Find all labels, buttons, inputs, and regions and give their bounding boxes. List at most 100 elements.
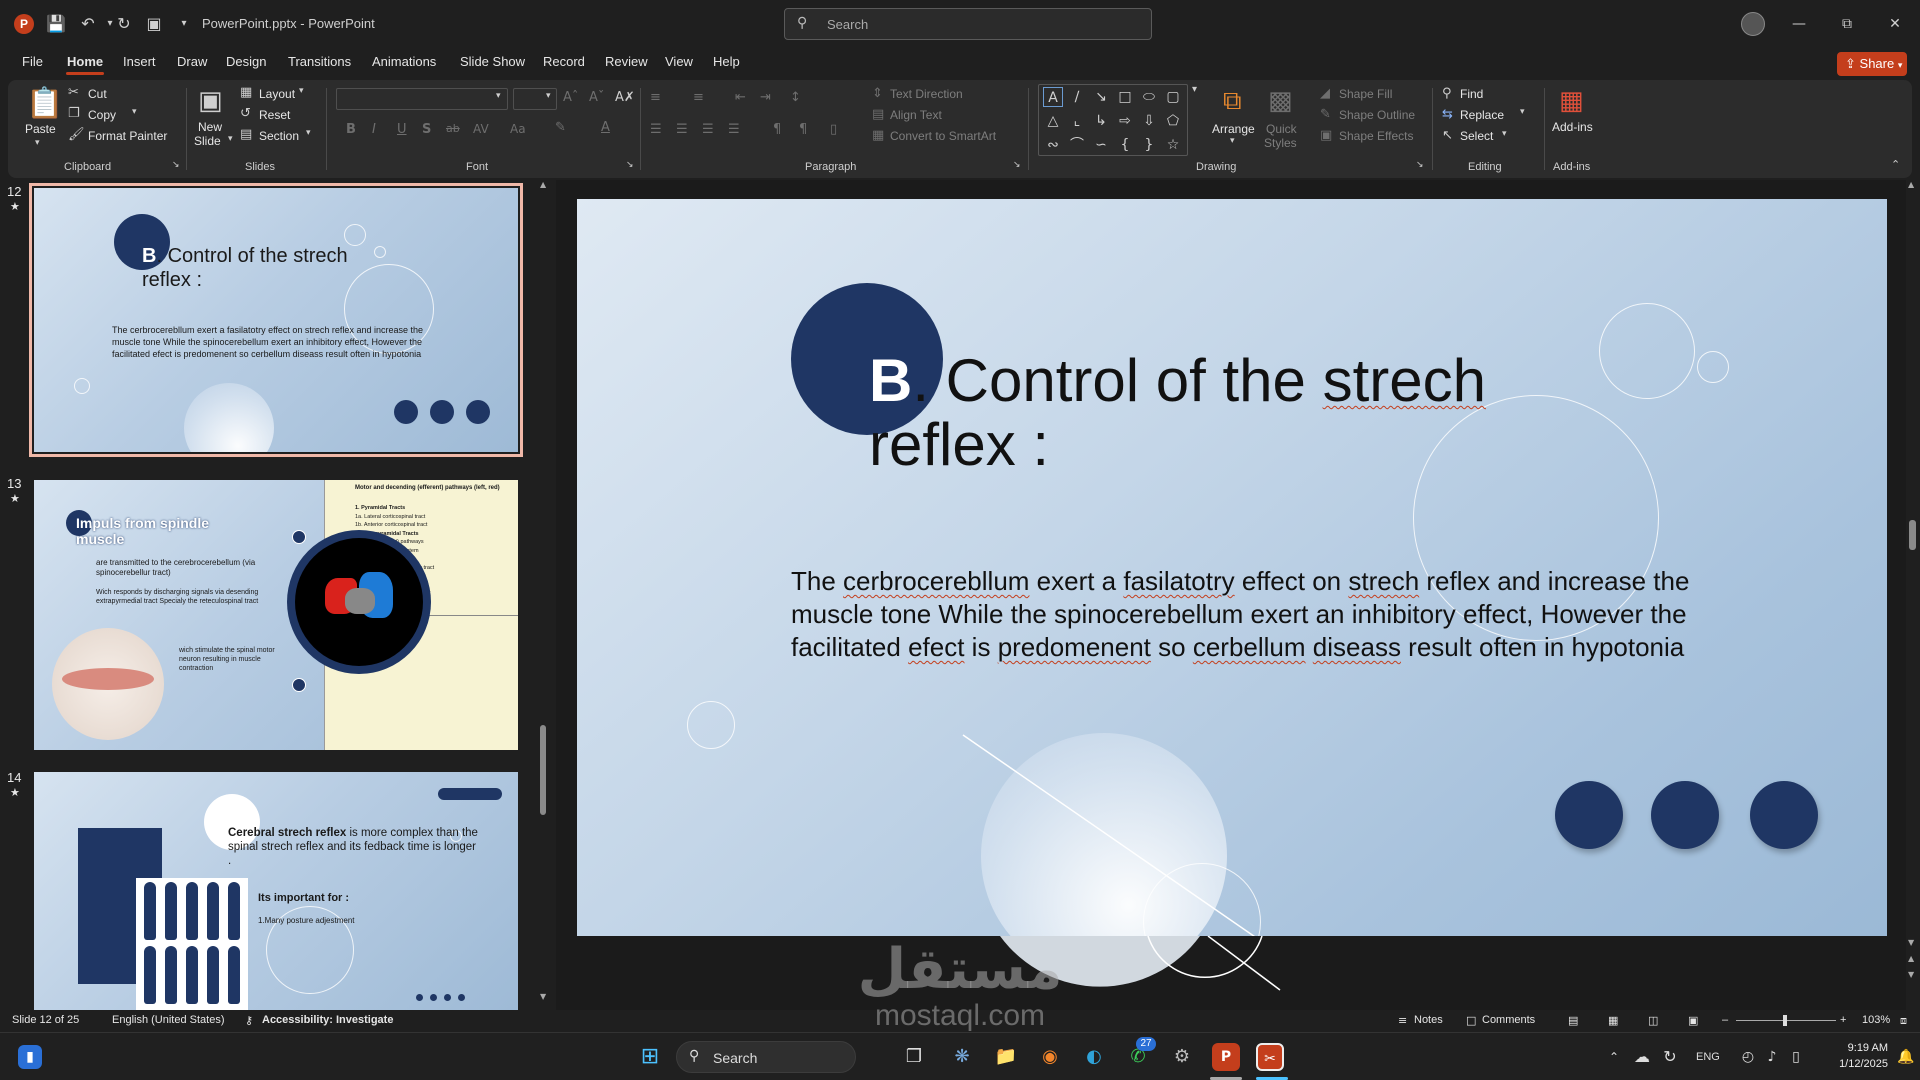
increase-indent-icon[interactable]: ⇥ <box>760 90 771 105</box>
paragraph-launcher-icon[interactable]: ↘ <box>1013 160 1021 170</box>
line-shape-icon[interactable]: ∕ <box>1067 87 1087 107</box>
previous-slide-icon[interactable]: ▲ <box>1908 954 1914 963</box>
minimize-icon[interactable]: — <box>1787 12 1811 36</box>
shape-fill-button[interactable]: Shape Fill <box>1339 87 1392 101</box>
ltr-icon[interactable]: ¶ <box>773 122 781 137</box>
sync-icon[interactable]: ↻ <box>1656 1043 1684 1071</box>
change-case-button[interactable]: Aa <box>510 122 526 136</box>
shapes-gallery[interactable]: A ∕ ↘ □ ⬭ ▢ △ ⌞ ↳ ⇨ ⇩ ⬠ ∾ ⌒ ∽ { } ☆ <box>1038 84 1188 156</box>
down-arrow-shape-icon[interactable]: ⇩ <box>1139 111 1159 131</box>
tab-review[interactable]: Review <box>605 54 648 69</box>
fit-slide-icon[interactable]: ⧈ <box>1900 1014 1907 1028</box>
task-view-icon[interactable]: ❐ <box>900 1043 928 1071</box>
onedrive-icon[interactable]: ☁ <box>1628 1043 1656 1071</box>
accessibility-status[interactable]: Accessibility: Investigate <box>262 1014 393 1026</box>
paste-icon[interactable]: 📋 <box>26 86 63 121</box>
font-name-dropdown[interactable] <box>336 88 508 110</box>
increase-font-icon[interactable]: Aˆ <box>563 90 578 105</box>
zoom-level[interactable]: 103% <box>1862 1014 1890 1026</box>
highlight-icon[interactable]: ✎ <box>555 120 566 135</box>
arrow-line-shape-icon[interactable]: ↘ <box>1091 87 1111 107</box>
clock-date[interactable]: 1/12/2025 <box>1818 1058 1888 1070</box>
tab-record[interactable]: Record <box>543 54 585 69</box>
tab-transitions[interactable]: Transitions <box>288 54 351 69</box>
save-icon[interactable]: 💾 <box>44 12 68 36</box>
elbow-arrow-shape-icon[interactable]: ↳ <box>1091 111 1111 131</box>
tab-help[interactable]: Help <box>713 54 740 69</box>
align-center-icon[interactable]: ☰ <box>676 122 688 137</box>
scroll-up-icon[interactable]: ▲ <box>540 180 546 189</box>
new-slide-button[interactable]: New <box>198 120 222 134</box>
scroll-down-icon[interactable]: ▼ <box>1908 938 1914 947</box>
text-box-shape-icon[interactable]: A <box>1043 87 1063 107</box>
tab-view[interactable]: View <box>665 54 693 69</box>
settings-icon[interactable]: ⚙ <box>1168 1043 1196 1071</box>
oval-shape-icon[interactable]: ⬭ <box>1139 87 1159 107</box>
select-button[interactable]: Select <box>1460 129 1493 143</box>
widgets-icon[interactable]: ▮ <box>18 1045 42 1069</box>
quick-styles-button[interactable]: Quick <box>1266 122 1297 136</box>
paste-dropdown-icon[interactable]: ▾ <box>35 138 40 148</box>
quick-styles-icon[interactable]: ▩ <box>1268 86 1293 116</box>
addins-button[interactable]: Add-ins <box>1552 120 1593 134</box>
elbow-connector-shape-icon[interactable]: ⌞ <box>1067 111 1087 131</box>
tab-file[interactable]: File <box>22 54 43 69</box>
section-button[interactable]: Section <box>259 129 299 143</box>
new-slide-dropdown-icon[interactable]: ▾ <box>228 134 233 144</box>
shapes-more-chevron-down-icon[interactable]: ▾ <box>1192 84 1197 95</box>
font-launcher-icon[interactable]: ↘ <box>626 160 634 170</box>
decrease-indent-icon[interactable]: ⇤ <box>735 90 746 105</box>
search-input[interactable]: ⚲ Search <box>784 8 1152 40</box>
font-name-chevron-down-icon[interactable]: ▾ <box>496 91 501 101</box>
current-slide[interactable]: B. Control of the strech reflex : The cer… <box>577 199 1887 936</box>
layout-dropdown-icon[interactable]: ▾ <box>299 86 304 96</box>
columns-icon[interactable]: ▯ <box>830 122 837 137</box>
arrange-dropdown-icon[interactable]: ▾ <box>1230 136 1235 146</box>
restore-icon[interactable]: ⧉ <box>1835 12 1859 36</box>
slide-title[interactable]: B. Control of the strech reflex : <box>869 349 1569 477</box>
copy-button[interactable]: Copy <box>88 108 116 122</box>
scroll-down-icon[interactable]: ▼ <box>540 992 546 1001</box>
new-slide-icon[interactable]: ▣ <box>198 86 223 116</box>
slide-count[interactable]: Slide 12 of 25 <box>12 1014 79 1026</box>
tab-insert[interactable]: Insert <box>123 54 156 69</box>
clock-time[interactable]: 9:19 AM <box>1818 1042 1888 1054</box>
firefox-icon[interactable]: ◉ <box>1036 1043 1064 1071</box>
battery-icon[interactable]: ▯ <box>1782 1043 1810 1071</box>
language-status[interactable]: English (United States) <box>112 1014 225 1026</box>
slide-scrollbar[interactable]: ▲ ▼ ▲ ▼ <box>1905 180 1920 1010</box>
arrange-icon[interactable]: ⧉ <box>1223 86 1242 117</box>
copy-dropdown-icon[interactable]: ▾ <box>132 107 137 117</box>
left-brace-shape-icon[interactable]: { <box>1115 135 1135 155</box>
edge-icon[interactable]: ◐ <box>1080 1043 1108 1071</box>
avatar[interactable] <box>1741 12 1765 36</box>
powerpoint-taskbar-icon[interactable]: P <box>1212 1043 1240 1071</box>
cut-button[interactable]: Cut <box>88 87 107 101</box>
shadow-button[interactable]: S <box>422 122 431 137</box>
zoom-slider-thumb[interactable] <box>1783 1015 1787 1026</box>
tray-overflow-icon[interactable]: ⌃ <box>1600 1043 1628 1071</box>
shape-effects-button[interactable]: Shape Effects <box>1339 129 1414 143</box>
tab-slide-show[interactable]: Slide Show <box>460 54 525 69</box>
share-button[interactable]: ⇪ Share ▾ <box>1837 52 1907 76</box>
thumbnail-scrollbar[interactable] <box>540 725 546 815</box>
quick-styles-button-line2[interactable]: Styles <box>1264 136 1297 150</box>
decrease-font-icon[interactable]: Aˇ <box>589 90 604 105</box>
arrange-button[interactable]: Arrange <box>1212 122 1255 136</box>
format-painter-button[interactable]: Format Painter <box>88 129 167 143</box>
align-left-icon[interactable]: ☰ <box>650 122 662 137</box>
slide-sorter-icon[interactable]: ▦ <box>1608 1014 1618 1027</box>
tab-home[interactable]: Home <box>67 54 103 69</box>
comments-button[interactable]: Comments <box>1482 1014 1535 1026</box>
paste-button[interactable]: Paste <box>25 122 56 136</box>
bold-button[interactable]: B <box>346 122 356 137</box>
triangle-shape-icon[interactable]: △ <box>1043 111 1063 131</box>
scrollbar-thumb[interactable] <box>1909 520 1916 550</box>
bullets-icon[interactable]: ≡ <box>650 90 661 105</box>
convert-smartart-button[interactable]: Convert to SmartArt <box>890 129 996 143</box>
normal-view-icon[interactable]: ▤ <box>1568 1014 1578 1027</box>
find-button[interactable]: Find <box>1460 87 1483 101</box>
char-spacing-button[interactable]: AV <box>473 122 489 136</box>
start-icon[interactable]: ⊞ <box>636 1043 664 1071</box>
tab-design[interactable]: Design <box>226 54 266 69</box>
